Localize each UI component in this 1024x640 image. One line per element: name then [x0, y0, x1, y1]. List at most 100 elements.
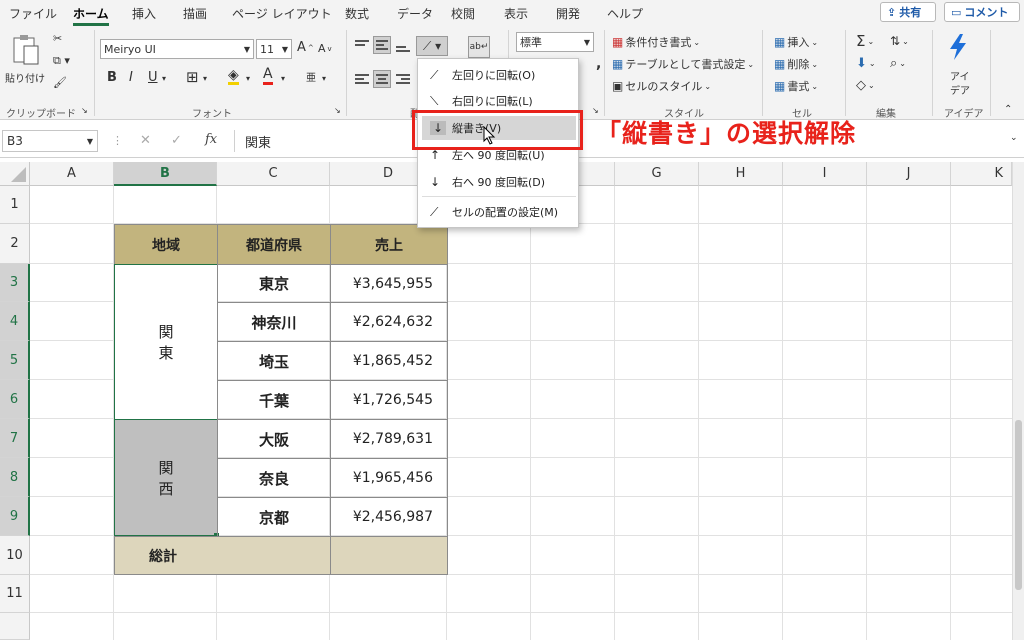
fill-color-icon[interactable]: ◈: [228, 68, 239, 85]
row-header-11[interactable]: 11: [0, 575, 30, 613]
table-row-prefecture[interactable]: 東京: [217, 264, 331, 303]
comma-style-icon[interactable]: ,: [596, 56, 601, 72]
table-row-prefecture[interactable]: 奈良: [217, 458, 331, 498]
format-cells-button[interactable]: ▦ 書式 ⌄: [774, 78, 818, 94]
menu-item-rotate-down[interactable]: ↓ 右へ 90 度回転(D): [422, 170, 576, 194]
orientation-button[interactable]: ⟋ ▾: [416, 36, 448, 56]
cut-icon[interactable]: ✂: [53, 32, 62, 45]
row-header-3[interactable]: 3: [0, 264, 30, 302]
table-row-sales[interactable]: ¥2,456,987: [330, 497, 448, 537]
table-row-prefecture[interactable]: 神奈川: [217, 302, 331, 342]
table-row-sales[interactable]: ¥2,624,632: [330, 302, 448, 342]
column-header-h[interactable]: H: [699, 162, 783, 186]
dialog-launcher-icon[interactable]: ↘: [334, 106, 341, 115]
align-middle-icon[interactable]: [373, 36, 391, 54]
table-row-prefecture[interactable]: 埼玉: [217, 341, 331, 381]
region-kanto-cell[interactable]: 関 東: [114, 264, 218, 420]
table-row-prefecture[interactable]: 京都: [217, 497, 331, 537]
shrink-font-button[interactable]: Av: [318, 42, 332, 55]
tab-review[interactable]: 校閲: [451, 5, 475, 22]
expand-formula-icon[interactable]: ⌄: [1010, 133, 1018, 143]
region-kansai-cell[interactable]: 関 西: [114, 419, 218, 536]
table-row-sales[interactable]: ¥1,726,545: [330, 380, 448, 420]
insert-function-button[interactable]: fx: [205, 132, 217, 147]
tab-page-layout[interactable]: ページ レイアウト: [232, 5, 332, 22]
dialog-launcher-icon[interactable]: ↘: [81, 106, 88, 115]
chevron-down-icon[interactable]: ▾: [281, 74, 285, 83]
select-all-corner[interactable]: [0, 162, 30, 186]
grow-font-button[interactable]: A ^: [297, 40, 314, 55]
chevron-down-icon[interactable]: ▾: [246, 74, 250, 83]
phonetic-button[interactable]: 亜: [306, 69, 316, 84]
align-bottom-icon[interactable]: [394, 38, 412, 56]
format-painter-icon[interactable]: 🖌: [53, 76, 67, 89]
column-header-j[interactable]: J: [867, 162, 951, 186]
cell-styles-button[interactable]: ▣ セルのスタイル ⌄: [612, 78, 711, 94]
table-row-sales[interactable]: ¥1,865,452: [330, 341, 448, 381]
align-right-icon[interactable]: [394, 70, 412, 88]
row-header-8[interactable]: 8: [0, 458, 30, 497]
insert-cells-button[interactable]: ▦ 挿入 ⌄: [774, 34, 818, 50]
fill-icon[interactable]: ⬇ ⌄: [856, 56, 876, 71]
font-color-button[interactable]: A: [263, 67, 273, 85]
enter-icon[interactable]: ✓: [171, 133, 182, 148]
tab-view[interactable]: 表示: [504, 5, 528, 22]
column-header-c[interactable]: C: [217, 162, 330, 186]
sort-filter-icon[interactable]: ⇅ ⌄: [890, 34, 909, 48]
header-sales-cell[interactable]: 売上: [330, 224, 448, 265]
find-icon[interactable]: ⌕ ⌄: [890, 56, 906, 71]
tab-developer[interactable]: 開発: [556, 5, 580, 22]
italic-button[interactable]: I: [129, 70, 133, 85]
conditional-formatting-button[interactable]: ▦ 条件付き書式 ⌄: [612, 34, 700, 50]
column-header-b[interactable]: B: [114, 162, 217, 186]
ideas-button[interactable]: [944, 32, 974, 62]
comment-button[interactable]: ▭ コメント: [944, 2, 1020, 22]
menu-item-rotate-ccw[interactable]: ⟋ 左回りに回転(O): [422, 63, 576, 87]
row-header-1[interactable]: 1: [0, 186, 30, 224]
bold-button[interactable]: B: [107, 70, 117, 85]
row-header-12[interactable]: [0, 613, 30, 640]
table-row-sales[interactable]: ¥1,965,456: [330, 458, 448, 498]
wrap-text-icon[interactable]: ab↵: [468, 36, 490, 58]
paste-button[interactable]: [10, 32, 44, 72]
tab-insert[interactable]: 挿入: [132, 5, 156, 22]
row-header-5[interactable]: 5: [0, 341, 30, 380]
underline-button[interactable]: U: [148, 70, 158, 85]
header-region-cell[interactable]: 地域: [114, 224, 218, 265]
row-header-10[interactable]: 10: [0, 536, 30, 575]
name-box[interactable]: B3 ▼: [2, 130, 98, 152]
chevron-down-icon[interactable]: ▾: [322, 74, 326, 83]
font-name-select[interactable]: Meiryo UI ▼: [100, 39, 254, 59]
vertical-scrollbar[interactable]: [1012, 162, 1024, 640]
row-header-2[interactable]: 2: [0, 224, 30, 264]
delete-cells-button[interactable]: ▦ 削除 ⌄: [774, 56, 818, 72]
tab-home[interactable]: ホーム: [73, 5, 109, 26]
column-header-i[interactable]: I: [783, 162, 867, 186]
font-size-select[interactable]: 11 ▼: [256, 39, 292, 59]
chevron-down-icon[interactable]: ▾: [203, 74, 207, 83]
table-row-sales[interactable]: ¥2,789,631: [330, 419, 448, 459]
autosum-icon[interactable]: Σ ⌄: [856, 32, 874, 50]
menu-item-format-alignment[interactable]: ⟋ セルの配置の設定(M): [422, 200, 576, 224]
column-header-k[interactable]: K: [951, 162, 1012, 186]
tab-data[interactable]: データ: [397, 5, 433, 22]
row-header-6[interactable]: 6: [0, 380, 30, 419]
share-button[interactable]: ⇪ 共有: [880, 2, 936, 22]
copy-icon[interactable]: ⧉ ▾: [53, 54, 70, 68]
cancel-icon[interactable]: ✕: [140, 133, 151, 148]
row-header-9[interactable]: 9: [0, 497, 30, 536]
row-header-4[interactable]: 4: [0, 302, 30, 341]
clear-icon[interactable]: ◇ ⌄: [856, 78, 875, 93]
column-header-a[interactable]: A: [30, 162, 114, 186]
number-format-select[interactable]: 標準 ▼: [516, 32, 594, 52]
table-row-prefecture[interactable]: 千葉: [217, 380, 331, 420]
align-center-icon[interactable]: [373, 70, 391, 88]
tab-help[interactable]: ヘルプ: [607, 5, 643, 22]
table-row-prefecture[interactable]: 大阪: [217, 419, 331, 459]
worksheet-grid[interactable]: A B C D E F G H I J K 1 2 3 4 5 6 7 8 9 …: [0, 162, 1012, 640]
scrollbar-thumb[interactable]: [1015, 420, 1022, 590]
chevron-down-icon[interactable]: ▾: [162, 74, 166, 83]
tab-draw[interactable]: 描画: [183, 5, 207, 22]
row-header-7[interactable]: 7: [0, 419, 30, 458]
table-row-sales[interactable]: ¥3,645,955: [330, 264, 448, 303]
